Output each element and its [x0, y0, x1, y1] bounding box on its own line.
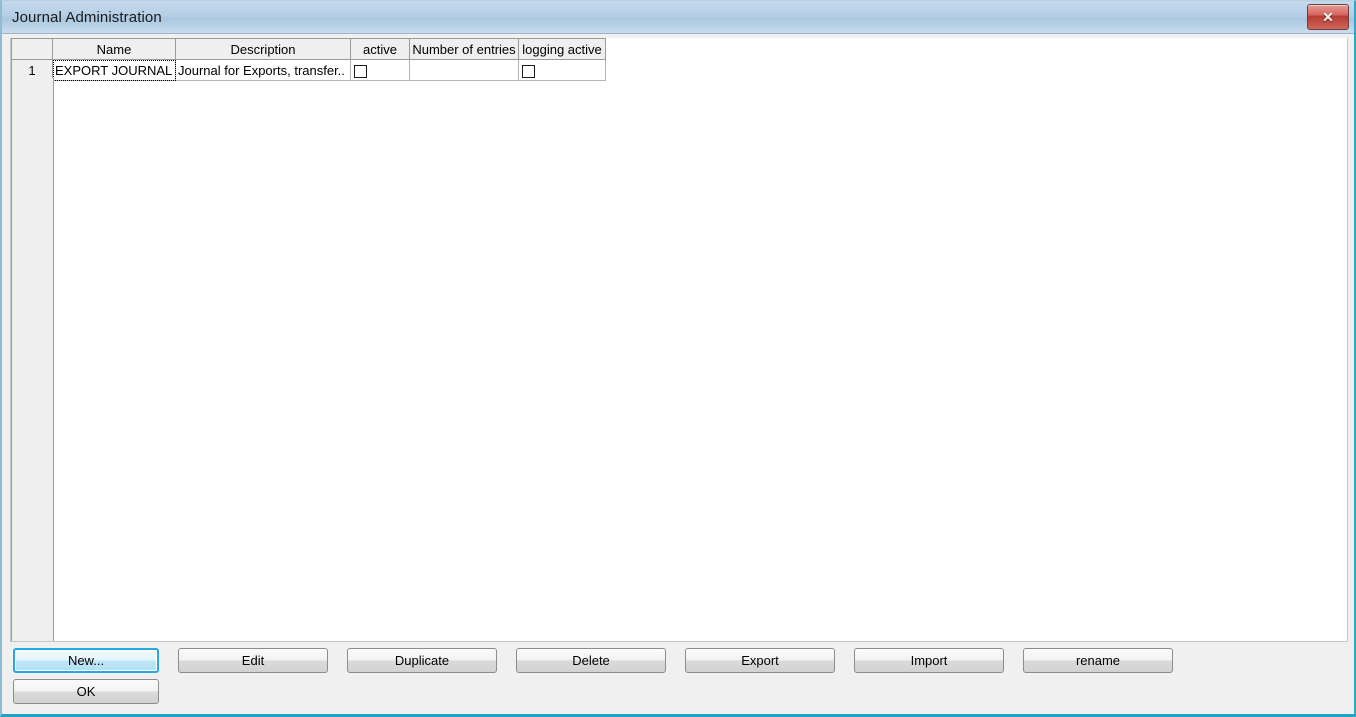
- cell-number-of-entries[interactable]: [409, 59, 519, 81]
- journal-administration-window: Journal Administration ✕ Name Descriptio…: [0, 0, 1356, 717]
- window-title: Journal Administration: [12, 8, 162, 26]
- journal-table: Name Description active Number of entrie…: [11, 38, 606, 81]
- window-titlebar: Journal Administration ✕: [2, 1, 1354, 34]
- cell-active[interactable]: [350, 59, 410, 81]
- table-header-row: Name Description active Number of entrie…: [11, 38, 606, 60]
- button-bar: New... Edit Duplicate Delete Export Impo…: [2, 642, 1354, 714]
- column-header-logging-active[interactable]: logging active: [518, 38, 606, 60]
- active-checkbox[interactable]: [354, 64, 367, 78]
- new-button[interactable]: New...: [13, 648, 159, 673]
- column-header-name[interactable]: Name: [52, 38, 176, 60]
- button-row-primary: New... Edit Duplicate Delete Export Impo…: [2, 648, 1354, 673]
- cell-name[interactable]: EXPORT JOURNAL: [52, 59, 176, 81]
- cell-name-text: EXPORT JOURNAL: [55, 62, 173, 78]
- button-row-secondary: OK: [2, 679, 1354, 704]
- cell-logging-active[interactable]: [518, 59, 606, 81]
- rename-button[interactable]: rename: [1023, 648, 1173, 673]
- export-button[interactable]: Export: [685, 648, 835, 673]
- duplicate-button[interactable]: Duplicate: [347, 648, 497, 673]
- cell-description-text: Journal for Exports, transfer..: [178, 62, 345, 78]
- delete-button[interactable]: Delete: [516, 648, 666, 673]
- row-number-gutter: [11, 78, 54, 641]
- ok-button[interactable]: OK: [13, 679, 159, 704]
- close-icon: ✕: [1322, 9, 1334, 25]
- column-header-active[interactable]: active: [350, 38, 410, 60]
- cell-description[interactable]: Journal for Exports, transfer..: [175, 59, 351, 81]
- column-header-description[interactable]: Description: [175, 38, 351, 60]
- edit-button[interactable]: Edit: [178, 648, 328, 673]
- table-row[interactable]: 1 EXPORT JOURNAL Journal for Exports, tr…: [11, 59, 606, 81]
- logging-active-checkbox[interactable]: [522, 64, 535, 78]
- column-header-rownum[interactable]: [11, 38, 53, 60]
- import-button[interactable]: Import: [854, 648, 1004, 673]
- column-header-number-of-entries[interactable]: Number of entries: [409, 38, 519, 60]
- close-button[interactable]: ✕: [1307, 4, 1349, 30]
- journal-table-region: Name Description active Number of entrie…: [10, 38, 1348, 642]
